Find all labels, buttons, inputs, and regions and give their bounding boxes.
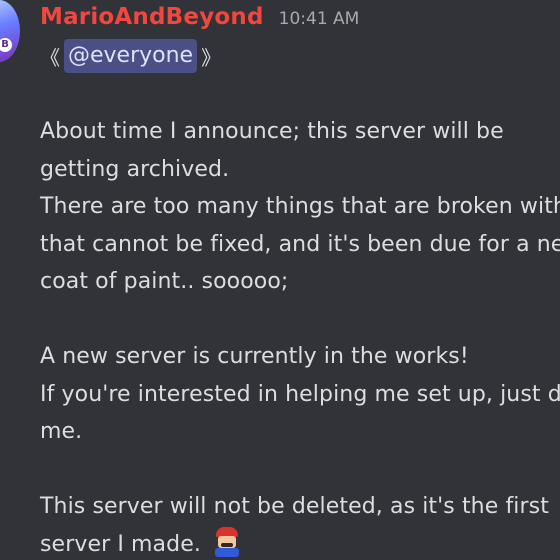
message-line: There are too many things that are broke…	[40, 194, 560, 219]
message-last-line: server I made.	[40, 526, 560, 560]
user-avatar[interactable]: B	[0, 0, 20, 62]
message-line: This server will not be deleted, as it's…	[40, 494, 549, 519]
message-line: getting archived.	[40, 156, 230, 182]
message-body: About time I announce; this server will …	[40, 113, 560, 560]
open-bracket: 《	[40, 45, 60, 70]
message-line: coat of paint.. sooooo;	[40, 269, 289, 294]
author-username[interactable]: MarioAndBeyond	[40, 4, 264, 30]
chat-viewport: B MarioAndBeyond 10:41 AM 《 @everyone 》 …	[0, 0, 560, 560]
message-line-text: server I made.	[40, 531, 201, 557]
message-line: A new server is currently in the works!	[40, 344, 469, 369]
mario-emoji-icon[interactable]	[212, 526, 242, 557]
everyone-mention[interactable]: @everyone	[64, 39, 198, 73]
message-line: If you're interested in helping me set u…	[40, 381, 560, 407]
mention-line: 《 @everyone 》	[40, 37, 221, 75]
message-line: me.	[40, 419, 83, 444]
message-timestamp[interactable]: 10:41 AM	[279, 9, 360, 29]
message-line: About time I announce; this server will …	[40, 119, 504, 144]
emoji-mustache	[221, 542, 234, 547]
message-header: MarioAndBeyond 10:41 AM	[40, 4, 359, 36]
message-line: that cannot be fixed, and it's been due …	[40, 231, 560, 257]
emoji-overalls	[215, 547, 240, 557]
close-bracket: 》	[201, 45, 222, 70]
avatar-badge: B	[0, 38, 12, 52]
